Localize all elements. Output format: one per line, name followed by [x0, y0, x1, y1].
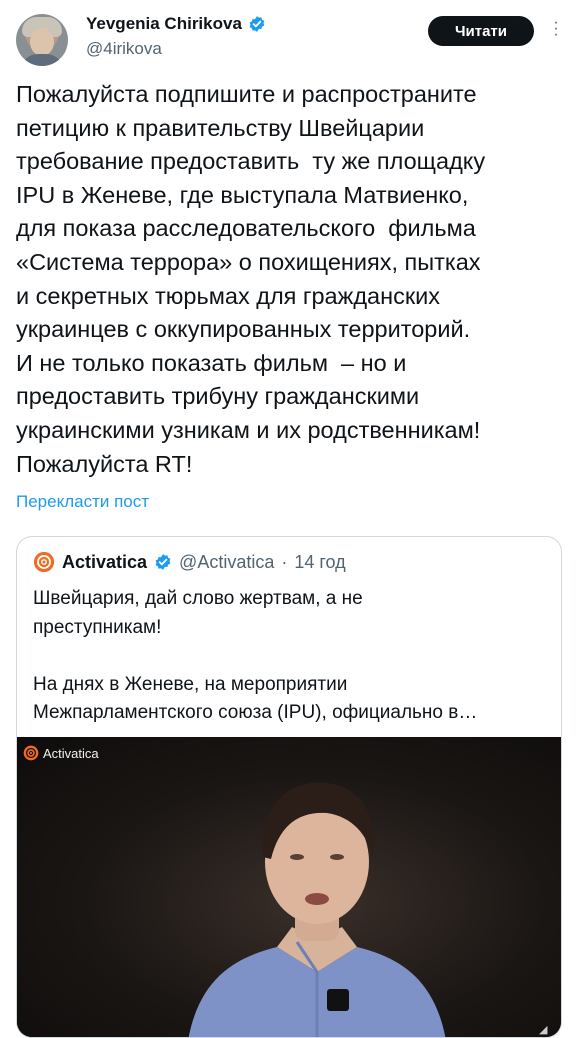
- quoted-author-handle: @Activatica: [179, 551, 275, 572]
- author-handle[interactable]: @4irikova: [86, 39, 162, 59]
- more-vertical-icon[interactable]: · · ·: [550, 15, 562, 43]
- quoted-author-name: Activatica: [62, 551, 148, 572]
- video-player[interactable]: Activatica ◢: [17, 737, 561, 1037]
- video-watermark-label: Activatica: [43, 745, 99, 761]
- author-name[interactable]: Yevgenia Chirikova: [86, 14, 242, 34]
- video-watermark: Activatica: [23, 745, 99, 761]
- corner-indicator-icon: ◢: [539, 1024, 548, 1036]
- verified-badge-icon: [249, 16, 265, 32]
- tweet-text: Пожалуйста подпишите и распространите пе…: [16, 81, 486, 477]
- activatica-logo-icon: [23, 745, 39, 761]
- avatar[interactable]: [16, 14, 68, 66]
- verified-badge-icon: [155, 554, 171, 570]
- follow-button[interactable]: Читати: [428, 16, 534, 46]
- quoted-tweet[interactable]: Activatica @Activatica · 14 год Швейцари…: [16, 536, 562, 1038]
- author-name-row: Yevgenia Chirikova: [86, 14, 266, 34]
- quoted-tweet-text: Швейцария, дай слово жертвам, а не прест…: [33, 588, 478, 723]
- separator-dot: ·: [281, 551, 288, 572]
- quoted-tweet-header: Activatica @Activatica · 14 год: [33, 551, 346, 573]
- quoted-timestamp: 14 год: [294, 551, 346, 572]
- activatica-logo-icon[interactable]: [33, 551, 55, 573]
- translate-post-link[interactable]: Перекласти пост: [16, 492, 149, 512]
- speaker-figure: [188, 782, 446, 1037]
- tweet-header: Yevgenia Chirikova @4irikova Читати · · ·: [16, 14, 562, 66]
